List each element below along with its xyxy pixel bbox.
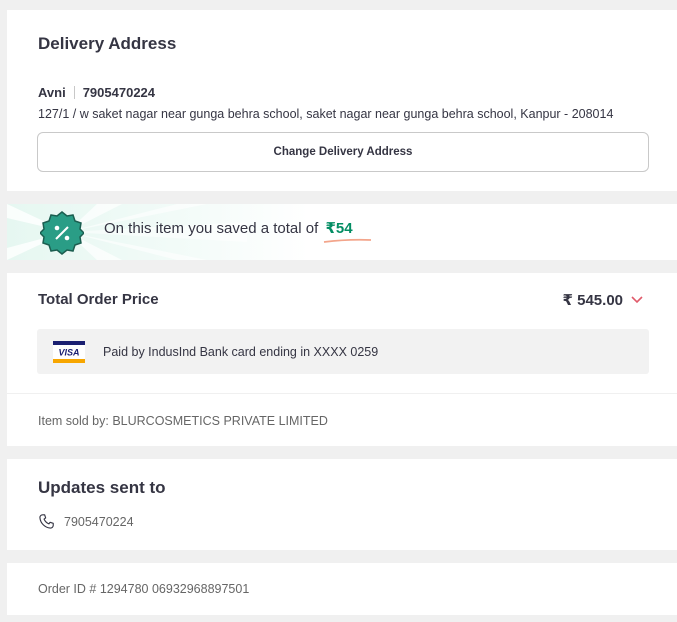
delivery-address-line: 127/1 / w saket nagar near gunga behra s… [38,107,614,121]
change-delivery-address-button[interactable]: Change Delivery Address [37,132,649,172]
savings-banner: On this item you saved a total of ₹54 [7,204,677,260]
contact-divider [73,86,75,99]
delivery-address-card: Delivery Address Avni 7905470224 127/1 /… [7,10,677,191]
order-id-card: Order ID # 1294780 06932968897501 [7,563,677,615]
order-id-text: Order ID # 1294780 06932968897501 [38,582,250,596]
order-details-page: Delivery Address Avni 7905470224 127/1 /… [0,0,677,622]
chevron-down-icon [631,296,643,304]
updates-title: Updates sent to [38,478,166,497]
delivery-contact: Avni 7905470224 [38,85,155,100]
updates-phone-row: 7905470224 [38,513,134,530]
delivery-address-title: Delivery Address [38,34,177,53]
savings-text: On this item you saved a total of [104,220,319,237]
total-price-toggle[interactable]: ₹ 545.00 [563,291,643,309]
savings-amount: ₹54 [324,220,372,243]
savings-underline-decoration [324,238,372,243]
phone-icon [39,514,54,529]
updates-card: Updates sent to 7905470224 [7,459,677,550]
total-order-price-title: Total Order Price [38,291,159,308]
payment-text: Paid by IndusInd Bank card ending in XXX… [103,344,379,359]
delivery-phone: 7905470224 [82,85,156,100]
delivery-name: Avni [38,85,66,100]
svg-text:VISA: VISA [58,347,79,357]
total-price-value: ₹ 545.00 [562,292,623,309]
updates-phone-number: 7905470224 [64,514,134,529]
payment-info: VISA Paid by IndusInd Bank card ending i… [37,329,649,374]
savings-message: On this item you saved a total of ₹54 [104,219,372,243]
order-price-card: Total Order Price ₹ 545.00 VISA Paid by … [7,273,677,393]
visa-card-icon: VISA [53,340,85,363]
savings-amount-value: ₹54 [325,220,353,237]
seller-card: Item sold by: BLURCOSMETICS PRIVATE LIMI… [7,394,677,446]
discount-badge-icon [40,211,84,255]
seller-text: Item sold by: BLURCOSMETICS PRIVATE LIMI… [38,414,328,428]
